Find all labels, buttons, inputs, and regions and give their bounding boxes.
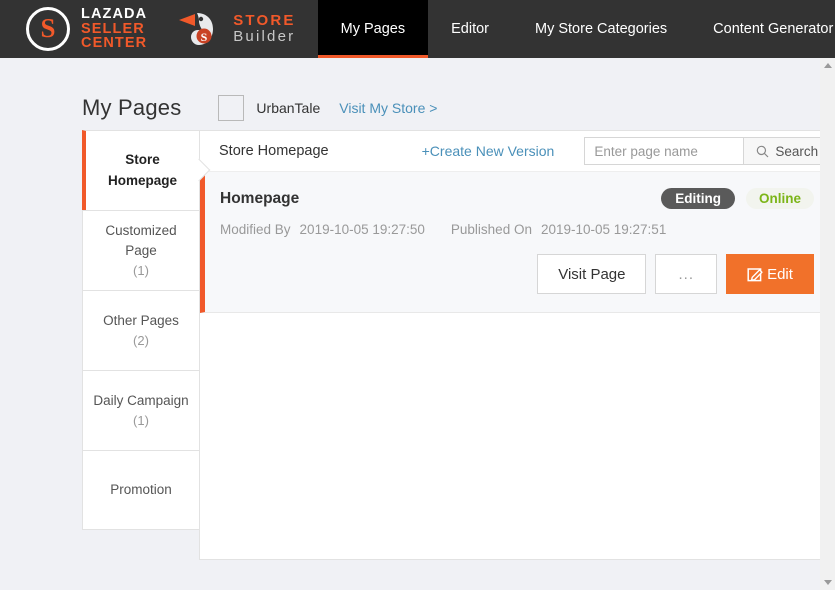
nav-item-editor[interactable]: Editor — [428, 0, 512, 58]
app-header: S LAZADA SELLER CENTER S STORE Builder M… — [0, 0, 835, 58]
page-title: My Pages — [82, 95, 182, 120]
nav-item-editor-label: Editor — [451, 21, 489, 37]
store-builder-word-store: STORE — [233, 12, 296, 30]
search-input[interactable] — [584, 137, 745, 165]
pencil-square-icon — [747, 267, 763, 281]
nav-item-content-generator-label: Content Generator — [713, 21, 834, 37]
lazada-circle-mark-icon: S — [26, 7, 70, 51]
page-card-title: Homepage — [220, 189, 300, 207]
status-badge-online: Online — [745, 188, 814, 209]
page-card-actions: Visit Page ... Edit — [220, 254, 814, 294]
lazada-seller-center-logo[interactable]: S LAZADA SELLER CENTER — [0, 0, 161, 58]
page-card-homepage: Homepage Editing Online Modified By 2019… — [200, 172, 834, 313]
store-builder-wordmark: STORE Builder — [233, 13, 295, 45]
create-new-version-link[interactable]: +Create New Version — [422, 143, 555, 159]
page-card-badges: Editing Online — [661, 188, 814, 209]
sidebar-item-other-pages-count: (2) — [133, 332, 149, 348]
lazada-word-line1: LAZADA — [81, 5, 148, 22]
store-builder-word-builder: Builder — [233, 28, 296, 45]
lazada-word-line2: SELLER — [81, 20, 145, 37]
page-card-header: Homepage Editing Online — [220, 188, 814, 209]
nav-item-my-pages-label: My Pages — [340, 21, 406, 37]
published-on-value: 2019-10-05 19:27:51 — [540, 222, 667, 237]
edit-button[interactable]: Edit — [726, 254, 814, 294]
visit-page-button[interactable]: Visit Page — [537, 254, 647, 294]
content-area: Store Homepage Customized Page (1) Other… — [0, 130, 835, 560]
store-logo-placeholder-icon — [218, 95, 245, 121]
pages-panel: Store Homepage +Create New Version Searc… — [199, 130, 835, 560]
lazada-mark-letter: S — [40, 12, 56, 43]
page-title-row: My Pages UrbanTale Visit My Store > — [0, 58, 835, 130]
panel-heading: Store Homepage — [219, 143, 329, 159]
panel-header: Store Homepage +Create New Version Searc… — [200, 131, 834, 172]
store-builder-bird-icon: S — [177, 9, 223, 49]
sidebar-item-promotion-label: Promotion — [110, 481, 172, 497]
modified-by-value: 2019-10-05 19:27:50 — [299, 222, 425, 237]
sidebar-item-daily-campaign[interactable]: Daily Campaign (1) — [82, 370, 200, 450]
status-badge-editing: Editing — [661, 188, 735, 209]
search-group: Search — [584, 137, 832, 165]
edit-button-label: Edit — [767, 265, 793, 283]
visit-my-store-link[interactable]: Visit My Store > — [339, 100, 437, 116]
page-body: My Pages UrbanTale Visit My Store > Stor… — [0, 58, 835, 590]
search-button[interactable]: Search — [744, 137, 832, 165]
sidebar-item-customized-page-count: (1) — [133, 263, 149, 278]
main-navigation: My Pages Editor My Store Categories Cont… — [317, 0, 835, 58]
sidebar-item-other-pages[interactable]: Other Pages (2) — [82, 290, 200, 370]
search-button-label: Search — [775, 143, 819, 159]
nav-item-content-generator[interactable]: Content Generator — [690, 0, 835, 58]
sidebar-item-daily-campaign-label: Daily Campaign — [93, 392, 189, 408]
svg-text:S: S — [201, 30, 208, 44]
more-actions-button[interactable]: ... — [655, 254, 717, 294]
store-name-label: UrbanTale — [256, 100, 321, 116]
page-scroll-down-arrow-icon[interactable] — [823, 580, 832, 585]
visit-page-button-label: Visit Page — [558, 265, 626, 283]
page-type-sidebar: Store Homepage Customized Page (1) Other… — [82, 130, 200, 560]
sidebar-item-customized-page-label: Customized Page — [105, 222, 177, 258]
sidebar-item-promotion[interactable]: Promotion — [82, 450, 200, 530]
page-card-meta: Modified By 2019-10-05 19:27:50 Publishe… — [220, 222, 814, 237]
nav-item-my-store-categories[interactable]: My Store Categories — [512, 0, 690, 58]
more-actions-button-label: ... — [678, 265, 694, 283]
nav-item-my-store-categories-label: My Store Categories — [535, 21, 668, 37]
store-builder-logo[interactable]: S STORE Builder — [161, 0, 317, 58]
lazada-wordmark: LAZADA SELLER CENTER — [81, 7, 147, 51]
page-scrollbar[interactable] — [820, 58, 835, 590]
sidebar-item-other-pages-label: Other Pages — [103, 312, 179, 328]
nav-item-my-pages[interactable]: My Pages — [317, 0, 429, 58]
modified-by-label: Modified By — [220, 222, 291, 237]
sidebar-item-customized-page[interactable]: Customized Page (1) — [82, 210, 200, 290]
page-scroll-up-arrow-icon[interactable] — [823, 63, 832, 68]
sidebar-item-store-homepage[interactable]: Store Homepage — [82, 130, 200, 210]
published-on-label: Published On — [450, 222, 532, 237]
search-icon — [757, 145, 769, 157]
sidebar-item-daily-campaign-count: (1) — [133, 412, 149, 428]
lazada-word-line3: CENTER — [81, 35, 148, 52]
sidebar-item-store-homepage-label: Store Homepage — [107, 152, 178, 188]
